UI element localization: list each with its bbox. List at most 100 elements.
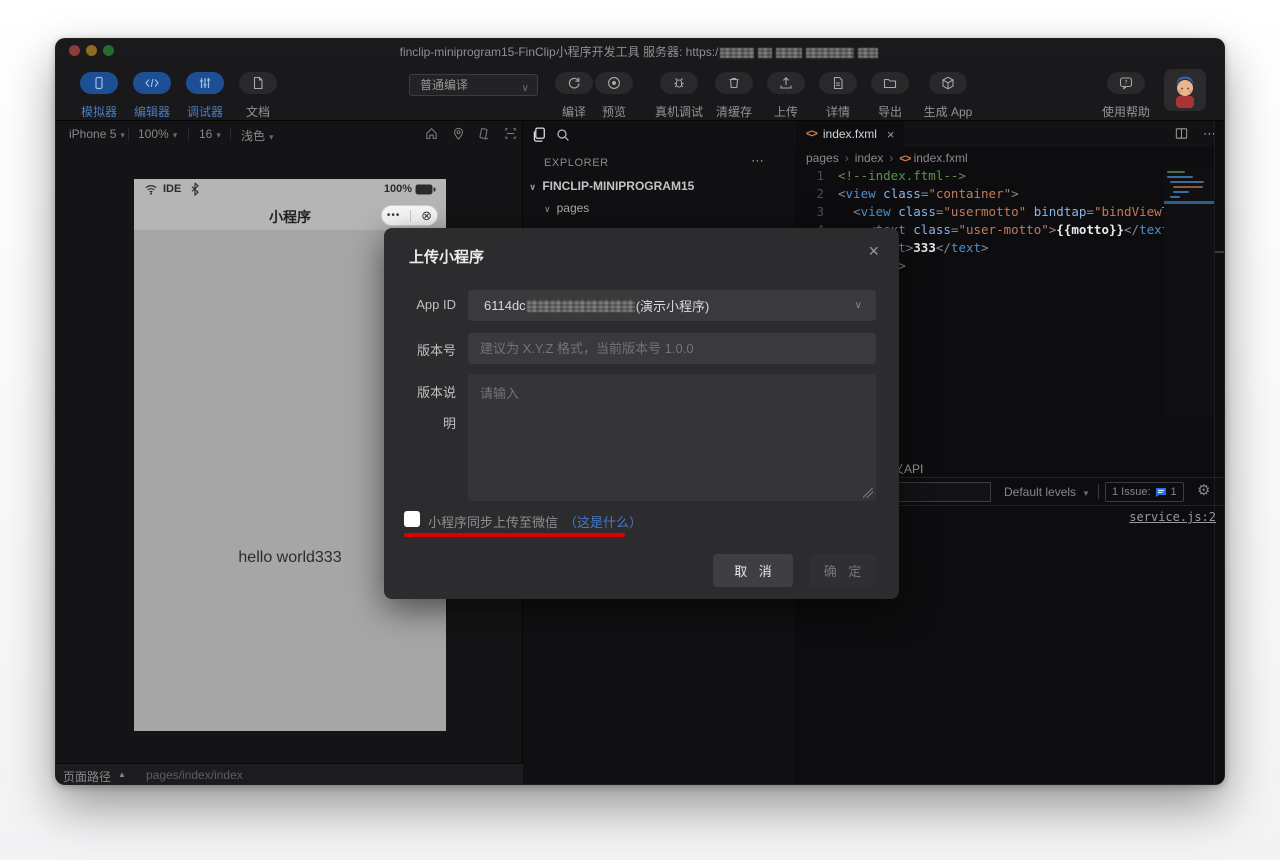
description-label-line2: 明 [396, 413, 456, 432]
cancel-button[interactable]: 取 消 [713, 554, 793, 587]
mini-app-capsule: ••• ⊗ [381, 205, 438, 226]
title-bar: finclip-miniprogram15-FinClip小程序开发工具 服务器… [56, 39, 1224, 61]
battery-icon [415, 184, 436, 195]
app-window: finclip-miniprogram15-FinClip小程序开发工具 服务器… [55, 38, 1225, 785]
trash-icon [715, 72, 753, 94]
sliders-icon [186, 72, 224, 94]
simulator-footer: 页面路径 ▲ pages/index/index [56, 763, 523, 785]
minimap[interactable] [1164, 167, 1214, 417]
zoom-select[interactable]: 100%▾ [138, 127, 177, 141]
version-label: 版本号 [396, 340, 456, 359]
log-levels-select[interactable]: Default levels▼ [1004, 485, 1090, 499]
generate-app-button[interactable]: 生成 App [920, 72, 976, 120]
editor-scrollbar[interactable] [1214, 121, 1225, 785]
remote-debug-button[interactable]: 真机调试 [653, 72, 705, 120]
editor-toggle-button[interactable]: 编辑器 [130, 72, 174, 120]
carrier-label: IDE [163, 183, 181, 195]
bug-icon [660, 72, 698, 94]
what-is-this-link[interactable]: （这是什么） [564, 515, 642, 530]
console-settings-gear-icon[interactable]: ⚙ [1197, 481, 1210, 499]
tree-item-pages-folder[interactable]: ∨pages [544, 201, 589, 215]
chevron-down-icon: ▾ [173, 130, 178, 140]
details-button[interactable]: 详情 [816, 72, 860, 120]
search-icon[interactable] [555, 127, 571, 143]
page-path-label[interactable]: 页面路径 [63, 768, 111, 785]
tab-index-fxml[interactable]: <> index.fxml × [796, 121, 904, 147]
split-editor-icon[interactable] [1174, 126, 1189, 141]
close-tab-icon[interactable]: × [887, 127, 895, 142]
resize-handle[interactable] [863, 488, 873, 498]
battery-label: 100% [384, 183, 412, 195]
location-icon[interactable] [451, 126, 466, 141]
close-dialog-icon[interactable]: × [868, 241, 879, 262]
scan-icon[interactable] [503, 126, 518, 141]
more-menu-button[interactable]: ••• [387, 210, 401, 221]
target-icon [595, 72, 633, 94]
upload-mini-app-dialog: 上传小程序 × App ID 6114dc(演示小程序) ∨ 版本号 版本说 明… [384, 228, 899, 599]
home-icon[interactable] [424, 126, 439, 141]
theme-select[interactable]: 浅色▾ [241, 127, 274, 144]
dialog-title: 上传小程序 [409, 246, 484, 267]
console-divider [849, 477, 1225, 478]
device-select[interactable]: iPhone 5▾ [69, 127, 125, 141]
close-mini-app-button[interactable]: ⊗ [421, 208, 432, 224]
simulator-controls: iPhone 5▾ 100%▾ 16▾ 浅色▾ [56, 123, 522, 145]
preview-button[interactable]: 预览 [592, 72, 636, 120]
description-textarea[interactable] [468, 374, 876, 501]
upload-icon [767, 72, 805, 94]
clear-cache-button[interactable]: 清缓存 [712, 72, 756, 120]
code-icon [133, 72, 171, 94]
console-source-link[interactable]: service.js:2 [1129, 510, 1216, 524]
phone-nav-bar: 小程序 ••• ⊗ [134, 201, 446, 230]
fxml-file-icon: <> [899, 153, 910, 165]
version-input[interactable] [468, 333, 876, 364]
issues-badge[interactable]: 1 Issue: 1 [1105, 482, 1184, 502]
phone-status-bar: IDE 100% [134, 179, 446, 201]
fontsize-select[interactable]: 16▾ [199, 127, 221, 141]
description-label-line1: 版本说 [396, 382, 456, 401]
user-avatar[interactable] [1164, 69, 1206, 111]
svg-text:?: ? [1124, 79, 1127, 87]
masked-url-segment [806, 48, 854, 58]
appid-select[interactable]: 6114dc(演示小程序) ∨ [468, 290, 876, 321]
sync-wechat-checkbox[interactable] [404, 511, 420, 527]
help-button[interactable]: ? 使用帮助 [1100, 72, 1152, 120]
cube-icon [929, 72, 967, 94]
document-icon [239, 72, 277, 94]
chevron-down-icon: ▼ [1082, 489, 1090, 498]
export-button[interactable]: 导出 [868, 72, 912, 120]
sync-wechat-label: 小程序同步上传至微信（这是什么） [428, 512, 642, 531]
masked-appid-segment [527, 300, 635, 312]
chevron-down-icon: ▾ [269, 132, 274, 142]
compile-button[interactable]: 编译 [552, 72, 596, 120]
upload-button[interactable]: 上传 [764, 72, 808, 120]
confirm-button[interactable]: 确 定 [809, 554, 876, 587]
compile-mode-select[interactable]: 普通编译 ∨ [409, 74, 538, 96]
chevron-down-icon: ∨ [529, 182, 536, 192]
simulator-toggle-button[interactable]: 模拟器 [77, 72, 121, 120]
chevron-down-icon: ∨ [544, 204, 551, 214]
tree-item-project-root[interactable]: ∨FINCLIP-MINIPROGRAM15 [529, 179, 694, 193]
window-title: finclip-miniprogram15-FinClip小程序开发工具 服务器… [56, 43, 1224, 60]
refresh-icon [555, 72, 593, 94]
toolbar: 模拟器 编辑器 调试器 文档 普通编译 ∨ 编译 预览 真机调试 [56, 61, 1224, 121]
console-divider [849, 505, 1225, 506]
fxml-file-icon: <> [806, 128, 817, 140]
red-annotation-underline [404, 533, 625, 537]
debugger-toggle-button[interactable]: 调试器 [183, 72, 227, 120]
document-icon [819, 72, 857, 94]
wifi-icon [144, 183, 158, 195]
phone-icon [80, 72, 118, 94]
explorer-more-button[interactable]: ⋯ [751, 153, 764, 169]
issue-chat-icon [1155, 487, 1167, 498]
chevron-down-icon: ∨ [855, 300, 862, 311]
chevron-down-icon: ▾ [216, 130, 221, 140]
description-textarea-wrap [468, 374, 876, 501]
code-line: 1<!--index.ftml--> [794, 167, 1225, 185]
rotate-device-icon[interactable] [476, 126, 491, 141]
pages-copy-icon[interactable] [531, 126, 548, 143]
code-line: 2<view class="container"> [794, 185, 1225, 203]
masked-url-segment [776, 48, 802, 58]
breadcrumb[interactable]: pages›index›<> index.fxml [806, 151, 968, 165]
docs-button[interactable]: 文档 [236, 72, 280, 120]
